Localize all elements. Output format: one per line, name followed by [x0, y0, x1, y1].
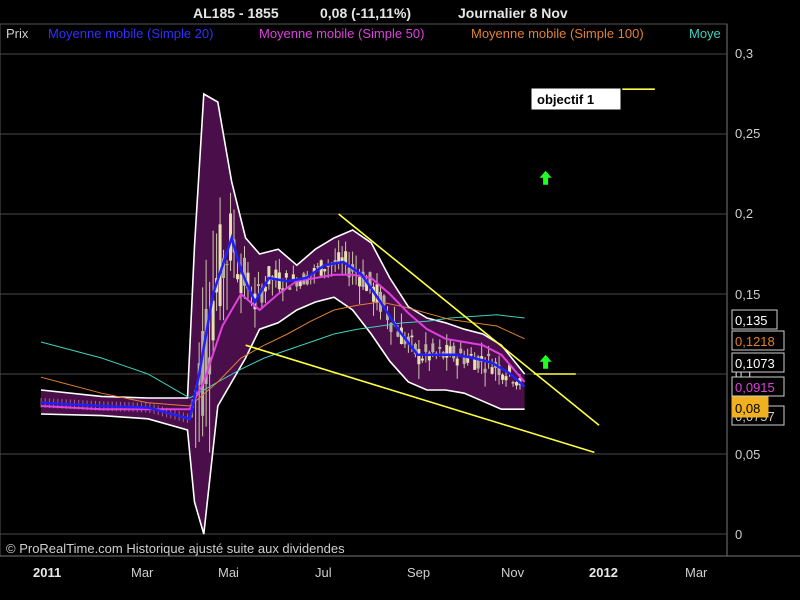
value-box-sma50: 0,0915 [731, 376, 785, 397]
legend: Prix Moyenne mobile (Simple 20) Moyenne … [6, 26, 721, 41]
y-tick-6: 0,3 [735, 46, 753, 61]
value-boxes: 0,135 0,1218 0,1073 0,0915 0,0757 0,08 [731, 309, 785, 426]
x-tick-mar-2012: Mar [685, 565, 708, 580]
legend-sma50: Moyenne mobile (Simple 50) [259, 26, 424, 41]
candle-body [459, 348, 463, 354]
y-tick-0: 0 [735, 527, 742, 542]
up-arrow-icon [539, 354, 552, 369]
candle-body [462, 357, 466, 365]
candle-body [298, 281, 302, 287]
candle-body [483, 368, 487, 373]
objectif-label: objectif 1 [537, 92, 594, 107]
candle-body [323, 269, 327, 272]
value-box-upper-text: 0,1073 [735, 356, 775, 371]
candle-body [515, 382, 519, 386]
candle-body [410, 335, 414, 338]
x-tick-sep: Sep [407, 565, 430, 580]
value-box-sma100: 0,1218 [731, 330, 785, 351]
value-box-sma50-text: 0,0915 [735, 380, 775, 395]
x-tick-mai: Mai [218, 565, 239, 580]
chart-title-period: Journalier 8 Nov [458, 5, 568, 21]
x-tick-nov: Nov [501, 565, 525, 580]
candle-body [344, 251, 348, 263]
candle-body [511, 382, 515, 384]
legend-sma100: Moyenne mobile (Simple 100) [471, 26, 644, 41]
candle-body [452, 345, 456, 359]
y-tick-5: 0,25 [735, 126, 760, 141]
copyright-text: © ProRealTime.com Historique ajusté suit… [6, 541, 345, 556]
candle-body [490, 367, 494, 374]
value-box-upper: 0,1073 [731, 352, 785, 373]
candle-body [256, 284, 260, 287]
bollinger-band [40, 92, 526, 535]
value-box-sma100-text: 0,1218 [735, 334, 775, 349]
candle-body [431, 343, 435, 353]
legend-sma200: Moye [689, 26, 721, 41]
candle-body [239, 274, 243, 294]
bollinger-fill [41, 94, 525, 534]
y-tick-4: 0,2 [735, 206, 753, 221]
candle-body [473, 358, 477, 370]
candle-body [236, 274, 240, 280]
objectif-annotation: objectif 1 [530, 87, 622, 111]
x-tick-mar: Mar [131, 565, 154, 580]
candle-body [347, 267, 351, 278]
x-ticks: 2011 Mar Mai Jul Sep Nov 2012 Mar [33, 565, 708, 580]
candle-body [358, 277, 362, 287]
candle-body [455, 358, 459, 366]
stock-chart: AL185 - 1855 0,08 (-11,11%) Journalier 8… [0, 5, 800, 580]
candle-body [504, 376, 508, 381]
x-tick-2012: 2012 [589, 565, 618, 580]
x-tick-jul: Jul [315, 565, 332, 580]
candle-body [225, 264, 229, 266]
candle-body [284, 273, 288, 278]
candle-body [417, 349, 421, 365]
candle-body [316, 265, 320, 268]
candle-body [438, 346, 442, 349]
up-arrow-icon [539, 170, 552, 185]
value-box-price-text: 0,08 [735, 401, 760, 416]
legend-prix: Prix [6, 26, 29, 41]
legend-sma20: Moyenne mobile (Simple 20) [48, 26, 213, 41]
candle-body [487, 353, 491, 357]
y-tick-1: 0,05 [735, 447, 760, 462]
chart-title-change: 0,08 (-11,11%) [320, 5, 411, 21]
x-tick-2011: 2011 [33, 565, 61, 580]
candle-body [420, 358, 424, 361]
y-tick-3: 0,15 [735, 287, 760, 302]
chart-title: AL185 - 1855 [193, 5, 279, 21]
value-box-price: 0,08 [731, 396, 769, 418]
candle-body [424, 344, 428, 352]
y-ticks: 0 0,05 0,1 0,15 0,2 0,25 0,3 [735, 46, 760, 542]
candle-body [218, 224, 222, 307]
candle-body [469, 353, 473, 356]
candle-body [501, 374, 505, 380]
value-box-sma200-text: 0,135 [735, 313, 768, 328]
value-box-sma200: 0,135 [731, 309, 778, 330]
